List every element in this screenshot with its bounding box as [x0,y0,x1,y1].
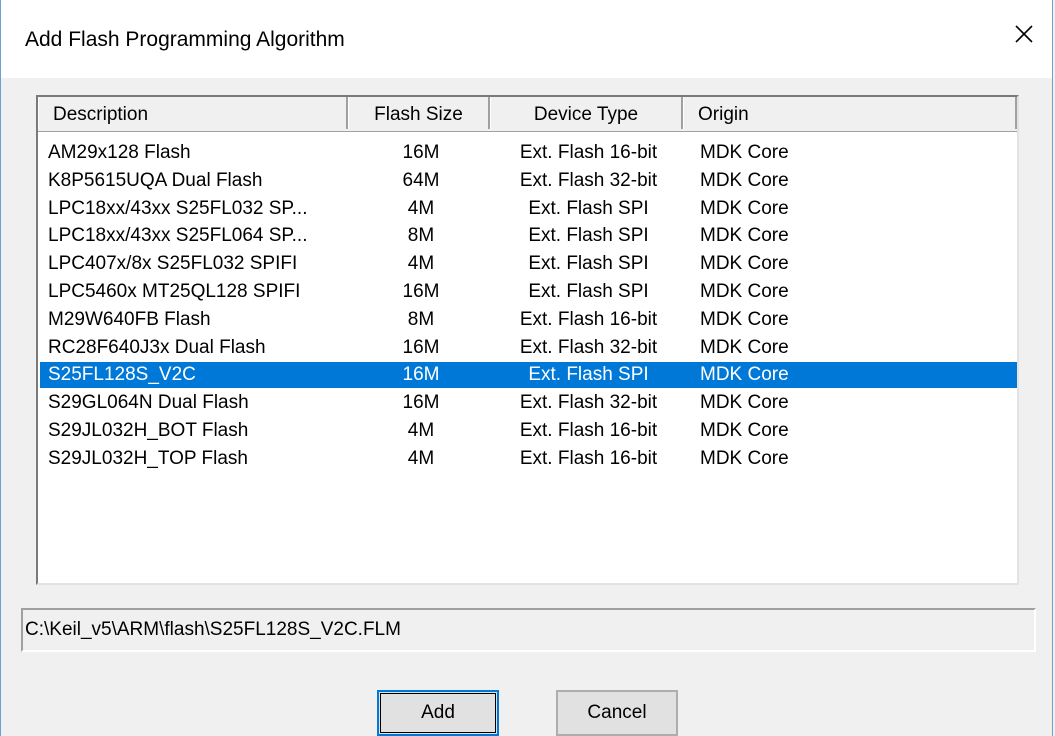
item-device-type: Ext. Flash 32-bit [519,392,658,414]
close-icon[interactable] [1010,20,1038,48]
item-origin: MDK Core [700,392,789,414]
item-origin: MDK Core [700,447,789,469]
list-item[interactable]: LPC407x/8x S25FL032 SPIFI 4M Ext. Flash SP… [40,251,1017,277]
item-device-type: Ext. Flash SPI [528,225,649,247]
item-flash-size: 16M [402,142,440,163]
item-device-type: Ext. Flash SPI [528,253,649,275]
item-flash-size: 16M [402,392,440,414]
item-flash-size: 16M [402,336,440,358]
item-flash-size: 16M [402,364,440,386]
column-header-description[interactable]: Description [38,97,348,129]
list-item[interactable]: S29GL064N Dual Flash 16M Ext. Flash 32-bit… [40,390,1017,416]
list-header: Description Flash Size Device Type Origi… [38,97,1017,132]
item-description: S29GL064N Dual Flash [48,392,249,414]
item-flash-size: 8M [407,308,435,330]
item-description: LPC5460x MT25QL128 SPIFI [48,281,301,302]
item-description: AM29x128 Flash [48,142,191,163]
item-origin: MDK Core [700,420,789,441]
list-item[interactable]: AM29x128 Flash 16M Ext. Flash 16-bit MDK Co… [40,140,1017,166]
item-device-type: Ext. Flash 16-bit [519,308,658,330]
item-flash-size: 8M [407,225,435,247]
item-origin: MDK Core [700,197,789,219]
item-device-type: Ext. Flash SPI [528,197,649,219]
item-device-type: Ext. Flash SPI [528,364,649,386]
item-origin: MDK Core [700,225,789,247]
list-item-selected[interactable]: S25FL128S_V2C 16M Ext. Flash SPI MDK Core [40,362,1017,389]
item-origin: MDK Core [700,169,789,191]
column-header-flash-size[interactable]: Flash Size [348,97,490,129]
item-device-type: Ext. Flash 16-bit [519,142,658,163]
add-button[interactable]: Add [377,690,499,736]
item-flash-size: 16M [402,281,440,302]
item-origin: MDK Core [700,336,789,358]
item-device-type: Ext. Flash 32-bit [519,336,658,358]
list-item[interactable]: S29JL032H_TOP Flash 4M Ext. Flash 16-bit MD… [40,446,1017,472]
item-device-type: Ext. Flash 16-bit [519,447,658,469]
list-item[interactable]: LPC18xx/43xx S25FL032 SP... 4M Ext. Flash … [40,196,1017,222]
item-origin: MDK Core [700,308,789,330]
algorithm-path-field: C:\Keil_v5\ARM\flash\S25FL128S_V2C.FLM [21,608,1036,652]
item-description: LPC18xx/43xx S25FL064 SP... [48,225,308,247]
item-origin: MDK Core [700,253,789,275]
item-flash-size: 4M [407,420,435,441]
item-description: LPC407x/8x S25FL032 SPIFI [48,253,298,275]
column-header-device-type[interactable]: Device Type [490,97,683,129]
item-device-type: Ext. Flash 16-bit [519,420,658,441]
list-item[interactable]: LPC5460x MT25QL128 SPIFI 16M Ext. Flash SP… [40,279,1017,305]
item-device-type: Ext. Flash SPI [528,281,649,302]
item-description: S25FL128S_V2C [48,364,196,386]
item-origin: MDK Core [700,142,789,163]
item-device-type: Ext. Flash 32-bit [519,169,658,191]
algorithm-list[interactable]: Description Flash Size Device Type Origi… [36,95,1019,585]
cancel-button[interactable]: Cancel [556,690,678,736]
item-description: RC28F640J3x Dual Flash [48,336,266,358]
dialog-title: Add Flash Programming Algorithm [25,28,345,51]
list-item[interactable]: LPC18xx/43xx S25FL064 SP... 8M Ext. Flash … [40,223,1017,249]
title-bar: Add Flash Programming Algorithm [1,0,1052,78]
item-description: LPC18xx/43xx S25FL032 SP... [48,197,308,219]
item-description: M29W640FB Flash [48,308,211,330]
item-description: S29JL032H_TOP Flash [48,447,248,469]
item-flash-size: 4M [407,253,435,275]
list-item[interactable]: RC28F640J3x Dual Flash 16M Ext. Flash 32-b… [40,335,1017,361]
list-item[interactable]: S29JL032H_BOT Flash 4M Ext. Flash 16-bit MD… [40,418,1017,444]
item-origin: MDK Core [700,364,789,386]
item-description: S29JL032H_BOT Flash [48,420,249,441]
item-flash-size: 4M [407,197,435,219]
list-item[interactable]: M29W640FB Flash 8M Ext. Flash 16-bit MDK Co… [40,307,1017,333]
item-flash-size: 4M [407,447,435,469]
item-flash-size: 64M [402,169,440,191]
item-description: K8P5615UQA Dual Flash [48,169,263,191]
item-origin: MDK Core [700,281,789,302]
column-header-origin[interactable]: Origin [683,97,1017,129]
dialog-window: Add Flash Programming Algorithm Descript… [0,0,1053,736]
list-item[interactable]: K8P5615UQA Dual Flash 64M Ext. Flash 32-bi… [40,168,1017,194]
